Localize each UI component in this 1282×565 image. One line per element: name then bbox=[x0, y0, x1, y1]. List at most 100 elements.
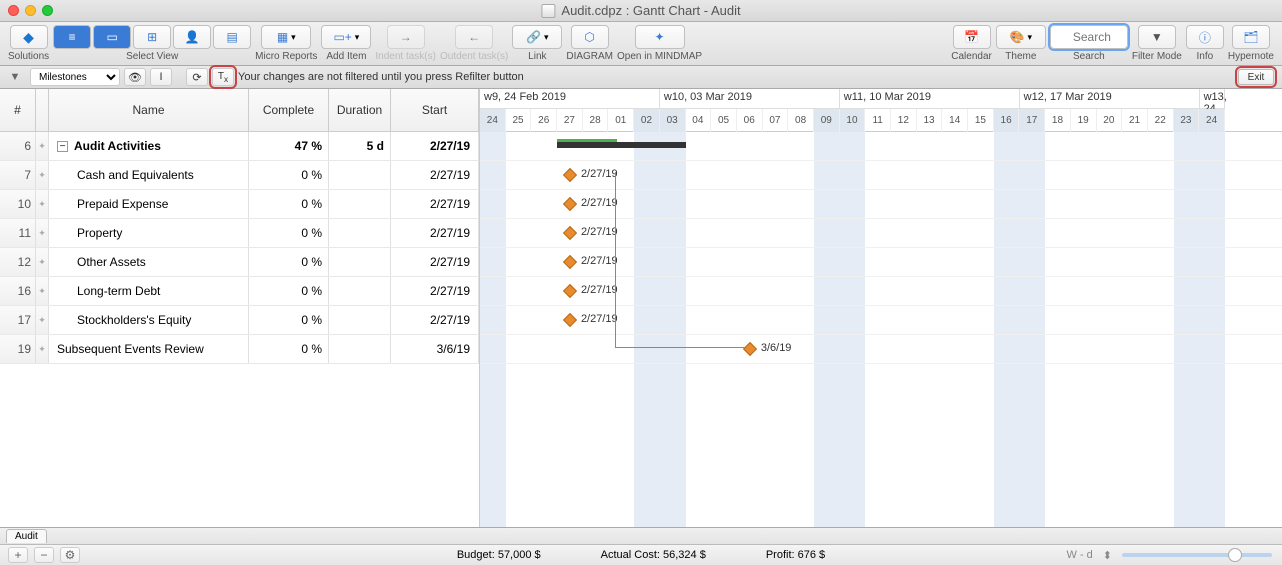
theme-button[interactable]: 🎨▾ bbox=[996, 25, 1046, 49]
row-duration[interactable] bbox=[329, 248, 391, 276]
milestone-marker[interactable] bbox=[563, 313, 577, 327]
exit-filter-button[interactable]: Exit bbox=[1238, 69, 1274, 85]
view-tracking-button[interactable]: ▭ bbox=[93, 25, 131, 49]
refilter-button[interactable]: ⟳ bbox=[186, 68, 208, 86]
col-duration[interactable]: Duration bbox=[329, 89, 391, 131]
row-complete[interactable]: 47 % bbox=[249, 132, 329, 160]
remove-sheet-button[interactable]: − bbox=[34, 547, 54, 563]
milestone-marker[interactable] bbox=[563, 284, 577, 298]
row-complete[interactable]: 0 % bbox=[249, 306, 329, 334]
settings-button[interactable]: ⚙ bbox=[60, 547, 80, 563]
col-complete[interactable]: Complete bbox=[249, 89, 329, 131]
table-row[interactable]: 19✦Subsequent Events Review0 %3/6/19 bbox=[0, 335, 479, 364]
row-duration[interactable] bbox=[329, 161, 391, 189]
row-start[interactable]: 2/27/19 bbox=[391, 219, 479, 247]
row-name[interactable]: Cash and Equivalents bbox=[49, 161, 249, 189]
row-name[interactable]: Long-term Debt bbox=[49, 277, 249, 305]
week-header-cell: w13, 24 bbox=[1200, 89, 1226, 109]
zoom-stepper[interactable]: ⬍ bbox=[1103, 549, 1112, 562]
row-start[interactable]: 2/27/19 bbox=[391, 277, 479, 305]
table-row[interactable]: 11✦Property0 %2/27/19 bbox=[0, 219, 479, 248]
theme-icon: 🎨 bbox=[1010, 30, 1025, 44]
col-indicator[interactable] bbox=[36, 89, 49, 131]
row-complete[interactable]: 0 % bbox=[249, 335, 329, 363]
row-start[interactable]: 2/27/19 bbox=[391, 306, 479, 334]
row-duration[interactable]: 5 d bbox=[329, 132, 391, 160]
row-complete[interactable]: 0 % bbox=[249, 219, 329, 247]
row-complete[interactable]: 0 % bbox=[249, 190, 329, 218]
row-name[interactable]: Property bbox=[49, 219, 249, 247]
row-complete[interactable]: 0 % bbox=[249, 248, 329, 276]
maximize-window-button[interactable] bbox=[42, 5, 53, 16]
clear-filter-button[interactable]: Tx bbox=[212, 68, 234, 86]
view-resource-button[interactable]: 👤 bbox=[173, 25, 211, 49]
micro-reports-button[interactable]: ▦▾ bbox=[261, 25, 311, 49]
col-name[interactable]: Name bbox=[49, 89, 249, 131]
milestone-marker[interactable] bbox=[563, 197, 577, 211]
mindmap-button[interactable]: ✦ bbox=[635, 25, 685, 49]
calendar-label: Calendar bbox=[951, 51, 992, 62]
row-start[interactable]: 2/27/19 bbox=[391, 190, 479, 218]
view-report-button[interactable]: ▤ bbox=[213, 25, 251, 49]
solutions-button[interactable]: ◆ bbox=[10, 25, 48, 49]
add-sheet-button[interactable]: + bbox=[8, 547, 28, 563]
table-row[interactable]: 10✦Prepaid Expense0 %2/27/19 bbox=[0, 190, 479, 219]
row-start[interactable]: 2/27/19 bbox=[391, 132, 479, 160]
add-item-button[interactable]: ▭+▾ bbox=[321, 25, 371, 49]
calendar-button[interactable]: 📅 bbox=[953, 25, 991, 49]
table-row[interactable]: 12✦Other Assets0 %2/27/19 bbox=[0, 248, 479, 277]
row-start[interactable]: 3/6/19 bbox=[391, 335, 479, 363]
row-duration[interactable] bbox=[329, 219, 391, 247]
row-name[interactable]: −Audit Activities bbox=[49, 132, 249, 160]
link-button[interactable]: 🔗▾ bbox=[512, 25, 562, 49]
minimize-window-button[interactable] bbox=[25, 5, 36, 16]
outdent-button[interactable]: ← bbox=[455, 25, 493, 49]
search-input[interactable] bbox=[1050, 25, 1128, 49]
milestone-marker[interactable] bbox=[743, 342, 757, 356]
col-start[interactable]: Start bbox=[391, 89, 479, 131]
week-header-cell: w9, 24 Feb 2019 bbox=[480, 89, 660, 109]
row-complete[interactable]: 0 % bbox=[249, 277, 329, 305]
visibility-toggle-button[interactable]: 👁 bbox=[124, 68, 146, 86]
row-duration[interactable] bbox=[329, 335, 391, 363]
row-start[interactable]: 2/27/19 bbox=[391, 248, 479, 276]
expand-toggle[interactable]: − bbox=[57, 141, 68, 152]
table-row[interactable]: 17✦Stockholders's Equity0 %2/27/19 bbox=[0, 306, 479, 335]
gantt-timeline[interactable]: w9, 24 Feb 2019w10, 03 Mar 2019w11, 10 M… bbox=[480, 89, 1282, 527]
row-duration[interactable] bbox=[329, 277, 391, 305]
zoom-slider[interactable] bbox=[1122, 553, 1272, 557]
row-name[interactable]: Prepaid Expense bbox=[49, 190, 249, 218]
diagram-button[interactable]: ⬡ bbox=[571, 25, 609, 49]
day-header-cell: 08 bbox=[788, 109, 814, 132]
indent-label: Indent task(s) bbox=[375, 51, 436, 62]
view-gantt-button[interactable]: ≡ bbox=[53, 25, 91, 49]
col-index[interactable]: # bbox=[0, 89, 36, 131]
table-row[interactable]: 16✦Long-term Debt0 %2/27/19 bbox=[0, 277, 479, 306]
row-start[interactable]: 2/27/19 bbox=[391, 161, 479, 189]
sheet-tab-audit[interactable]: Audit bbox=[6, 529, 47, 543]
indent-button[interactable]: → bbox=[387, 25, 425, 49]
row-name[interactable]: Subsequent Events Review bbox=[49, 335, 249, 363]
row-duration[interactable] bbox=[329, 306, 391, 334]
hypernote-button[interactable]: 🗂 bbox=[1232, 25, 1270, 49]
row-number: 6 bbox=[0, 132, 36, 160]
row-complete[interactable]: 0 % bbox=[249, 161, 329, 189]
filter-mode-button[interactable]: ▼ bbox=[1138, 25, 1176, 49]
table-row[interactable]: 7✦Cash and Equivalents0 %2/27/19 bbox=[0, 161, 479, 190]
filter-type-select[interactable]: Milestones bbox=[30, 68, 120, 86]
row-duration[interactable] bbox=[329, 190, 391, 218]
filter-funnel-button[interactable]: ▼ bbox=[4, 68, 26, 86]
info-toggle-button[interactable]: I bbox=[150, 68, 172, 86]
close-window-button[interactable] bbox=[8, 5, 19, 16]
row-name[interactable]: Other Assets bbox=[49, 248, 249, 276]
row-name[interactable]: Stockholders's Equity bbox=[49, 306, 249, 334]
table-row[interactable]: 6✦−Audit Activities47 %5 d2/27/19 bbox=[0, 132, 479, 161]
summary-bar[interactable] bbox=[557, 142, 686, 148]
milestone-marker[interactable] bbox=[563, 255, 577, 269]
day-header-cell: 06 bbox=[737, 109, 763, 132]
milestone-marker[interactable] bbox=[563, 226, 577, 240]
milestone-marker[interactable] bbox=[563, 168, 577, 182]
info-button[interactable]: ⓘ bbox=[1186, 25, 1224, 49]
view-network-button[interactable]: ⊞ bbox=[133, 25, 171, 49]
zoom-slider-thumb[interactable] bbox=[1228, 548, 1242, 562]
